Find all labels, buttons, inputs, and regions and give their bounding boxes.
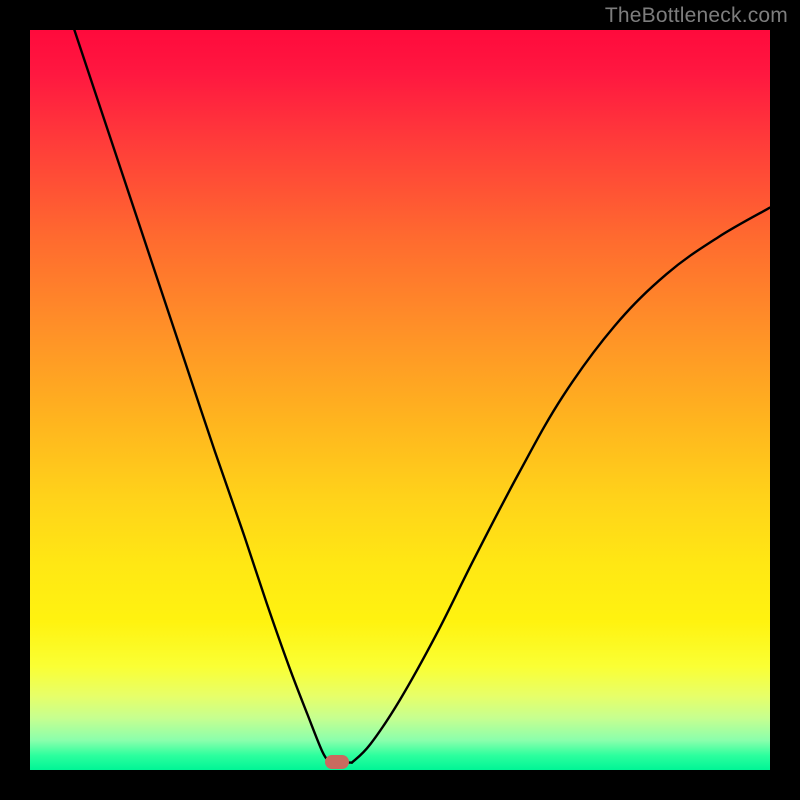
watermark-text: TheBottleneck.com [605, 4, 788, 28]
chart-frame: TheBottleneck.com [0, 0, 800, 800]
optimal-marker [325, 755, 349, 769]
curve-left-branch [74, 30, 329, 763]
curve-right-branch [352, 208, 770, 763]
bottleneck-curve [30, 30, 770, 770]
plot-area [30, 30, 770, 770]
